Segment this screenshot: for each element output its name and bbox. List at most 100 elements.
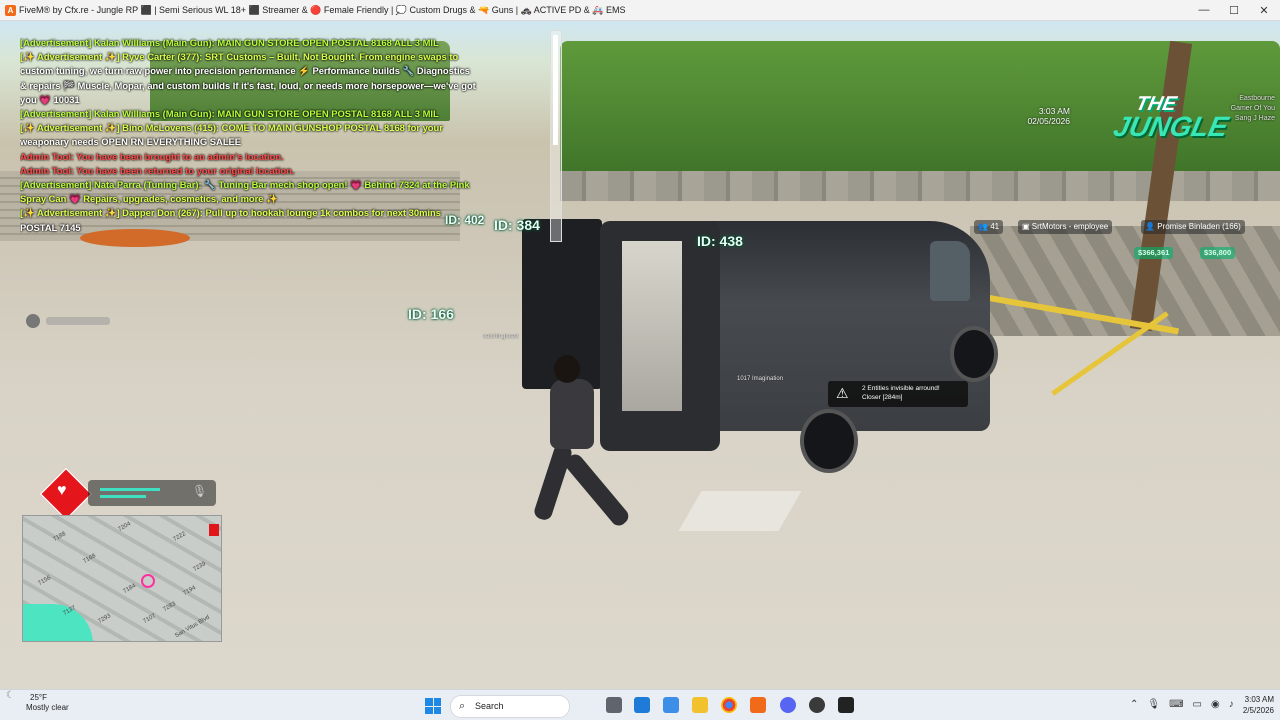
user-icon: 👤 (1145, 222, 1158, 231)
health-hud: ♥ 🎙 (38, 466, 216, 522)
player-torso (550, 379, 594, 449)
player-count: 41 (990, 222, 1000, 231)
fivem-icon: A (5, 4, 16, 16)
moon-icon: ☾ (6, 690, 15, 701)
player-leg (562, 451, 632, 529)
player-head (554, 355, 580, 383)
app-icon[interactable] (838, 697, 854, 713)
player-count-pill: 👥 41 (974, 220, 1004, 234)
vehicle-tag: 1017 Imagination (737, 376, 784, 382)
notification-line: 2 Entities invisible arround! (862, 385, 940, 392)
minimap-postal-label: 7184 (122, 583, 137, 595)
task-view-icon[interactable] (606, 697, 622, 713)
keyboard-icon[interactable]: ⌨ (1169, 699, 1192, 710)
chat-line: [Advertisement] Nata Parra (Tuning Bar):… (20, 179, 470, 191)
chat-line: [✨ Advertisement ✨] Bino McLovens (415):… (20, 122, 443, 134)
maximize-button[interactable]: ☐ (1219, 4, 1249, 17)
search-icon: ⌕ (459, 700, 466, 712)
status-dot (26, 314, 40, 328)
minimap-postal-label: 7293 (97, 613, 112, 625)
system-tray[interactable]: ⌃🎙⌨▭◉♪ (1130, 699, 1243, 710)
chat-line: weaponary needs OPEN RN EVERYTHING SALEE (20, 136, 242, 148)
player-name-tag: catchingtoast (483, 334, 519, 340)
chat-box[interactable]: [Advertisement] Kalan Williams (Main Gun… (20, 36, 550, 235)
clock-time: 3:03 AM (1038, 106, 1070, 116)
minimap-postal-label: 7194 (182, 585, 197, 597)
chat-line: Admin Tool: You have been brought to an … (20, 150, 284, 162)
close-button[interactable]: ✕ (1249, 4, 1279, 17)
player-id-tag: ID: 438 (697, 233, 743, 249)
chevron-up-icon[interactable]: ⌃ (1130, 699, 1147, 710)
store-icon[interactable] (663, 697, 679, 713)
clock-date: 02/05/2026 (1027, 116, 1070, 126)
weather-temp: 25°F (30, 693, 47, 702)
chat-line: [Advertisement] Kalan Williams (Main Gun… (20, 37, 439, 48)
heart-icon: ♥ (57, 482, 67, 499)
chat-line: Spray Can 💗 Repairs, upgrades, cosmetics… (20, 193, 278, 205)
warning-icon: ⚠ (836, 385, 849, 401)
title-bar: A FiveM® by Cfx.re - Jungle RP ⬛ | Semi … (0, 0, 1280, 21)
scroll-thumb[interactable] (553, 35, 558, 145)
edge-icon[interactable] (634, 697, 650, 713)
minimap-postal-label: 7283 (162, 601, 177, 613)
cash-badge: $366,361 (1134, 247, 1174, 259)
info-line: Gamer Of You (1230, 105, 1275, 112)
game-clock: 3:03 AM 02/05/2026 (1000, 106, 1070, 126)
wifi-icon[interactable]: ◉ (1211, 699, 1229, 710)
job-pill: ▣ SrtMotors - employee (1018, 220, 1113, 234)
stamina-bar (100, 495, 146, 498)
chat-scrollbar[interactable] (550, 30, 562, 242)
chat-line: [Advertisement] Kalan Williams (Main Gun… (20, 108, 439, 120)
search-box[interactable]: ⌕ Search (450, 695, 570, 718)
minimap-water (23, 604, 93, 641)
minimap-postal-label: San Vitus Blvd (174, 614, 211, 640)
chrome-icon[interactable] (721, 697, 737, 713)
discord-icon[interactable] (780, 697, 796, 713)
van-window (930, 241, 970, 301)
taskbar-date: 2/5/2026 (1242, 706, 1274, 715)
file-explorer-icon[interactable] (692, 697, 708, 713)
start-button[interactable] (425, 698, 441, 714)
chat-line: [✨ Advertisement ✨] Dapper Don (267): Pu… (20, 207, 441, 219)
chat-line: custom tuning, we turn raw power into pr… (20, 65, 470, 77)
van-wheel (800, 409, 858, 473)
player-character (530, 351, 670, 541)
warning-notification: ⚠ 2 Entities invisible arround! Closer [… (828, 381, 968, 407)
display-icon[interactable]: ▭ (1193, 699, 1211, 710)
taskbar: 25°F Mostly clear ☾ ⌕ Search ⌃🎙⌨▭◉♪ 3:03… (0, 689, 1280, 720)
info-line: Sang J Haze (1234, 115, 1275, 122)
minimap-postal-label: 7188 (52, 531, 67, 543)
search-placeholder: Search (475, 701, 504, 711)
fivem-icon[interactable] (750, 697, 766, 713)
fivem-window: A FiveM® by Cfx.re - Jungle RP ⬛ | Semi … (0, 0, 1280, 720)
minimap: 7188 7204 7222 7168 7239 7156 7184 7283 7137 7194… (22, 515, 222, 642)
van-wheel (950, 326, 998, 382)
chat-line: Admin Tool: You have been returned to yo… (20, 164, 295, 176)
waypoint-icon (209, 524, 219, 536)
weather-widget[interactable]: 25°F Mostly clear ☾ (6, 690, 69, 713)
manhole (678, 491, 802, 531)
top-right-info: Eastbourne Gamer Of You Sang J Haze (1195, 94, 1275, 124)
app-icon[interactable] (809, 697, 825, 713)
minimap-postal-label: 7156 (37, 575, 52, 587)
player-leg (532, 442, 574, 522)
minimap-postal-label: 7168 (82, 553, 97, 565)
minimap-postal-label: 7222 (172, 531, 187, 543)
minimap-postal-label: 7204 (117, 521, 132, 533)
info-line: Eastbourne (1239, 95, 1275, 102)
chat-line: [✨ Advertisement ✨] Ryve Carter (377): S… (20, 51, 459, 63)
taskbar-time: 3:03 AM (1244, 695, 1274, 704)
notification-line: Closer [284m] (862, 394, 903, 401)
minimize-button[interactable]: — (1189, 4, 1219, 16)
armor-bar (100, 488, 160, 491)
chat-line: & repairs 🏁 Muscle, Mopar, and custom bu… (20, 79, 476, 91)
player-name-pill: 👤 Promise Binladen (166) (1141, 220, 1245, 234)
users-icon: 👥 (978, 222, 991, 231)
status-bar (46, 317, 110, 325)
minimap-postal-label: 7107 (142, 613, 157, 625)
taskbar-clock[interactable]: 3:03 AM 2/5/2026 (1228, 694, 1274, 716)
window-title: FiveM® by Cfx.re - Jungle RP ⬛ | Semi Se… (19, 4, 626, 15)
player-location-icon (141, 574, 155, 588)
chat-line: you 💗 10031 (20, 93, 80, 105)
microphone-icon[interactable]: 🎙 (1147, 699, 1169, 710)
